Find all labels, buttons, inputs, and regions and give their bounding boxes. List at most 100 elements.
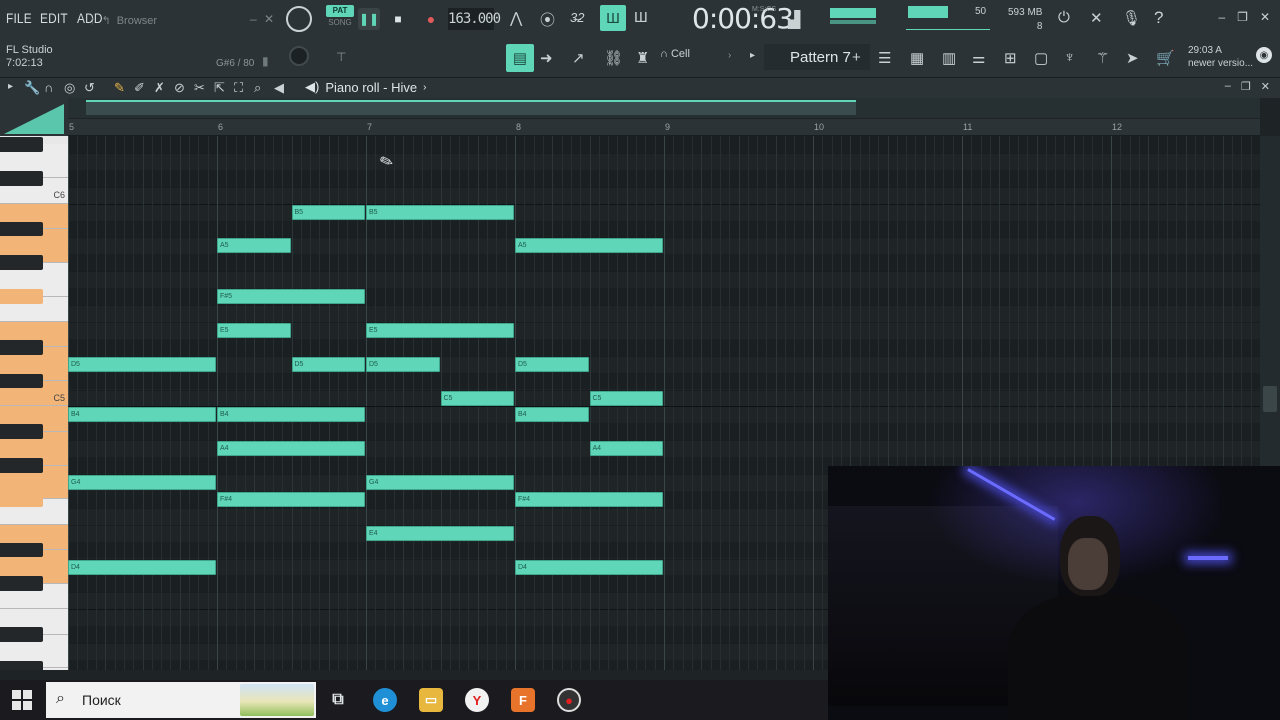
black-key[interactable]: [0, 255, 43, 271]
black-key[interactable]: [0, 424, 43, 440]
pause-button[interactable]: ❚❚: [358, 8, 380, 30]
play-small-icon[interactable]: ▸: [750, 50, 755, 61]
black-key[interactable]: [0, 339, 43, 355]
browser-tree-icon[interactable]: ⊞: [1004, 49, 1017, 67]
mute-tool-icon[interactable]: ⊘: [174, 80, 185, 96]
chevron-right-icon[interactable]: ›: [728, 50, 731, 61]
piano-roll-title[interactable]: ◀) Piano roll - Hive ›: [305, 79, 426, 95]
tempo-display[interactable]: 163.000: [448, 8, 501, 30]
note-block[interactable]: D5: [291, 356, 365, 372]
pencil-icon[interactable]: ✎: [114, 80, 125, 96]
master-pitch-knob[interactable]: [289, 46, 309, 66]
cart-icon[interactable]: 🛒: [1156, 49, 1175, 67]
wait-for-input-icon[interactable]: ⦿: [540, 9, 555, 30]
arrow-right-icon[interactable]: ➜: [540, 49, 553, 67]
pattern-overview[interactable]: [68, 98, 1260, 118]
note-block[interactable]: B5: [366, 204, 514, 220]
tempo-tapper-icon[interactable]: ⚚: [1096, 49, 1109, 67]
note-block[interactable]: B4: [217, 407, 365, 423]
plugin-icon[interactable]: ♆: [1064, 49, 1075, 66]
black-key[interactable]: [0, 491, 43, 507]
note-block[interactable]: F#4: [515, 491, 663, 507]
project-icon[interactable]: ▢: [1034, 49, 1048, 67]
menu-file[interactable]: FILE: [6, 10, 32, 26]
note-block[interactable]: D5: [68, 356, 216, 372]
send-icon[interactable]: ➤: [1126, 49, 1139, 67]
mixer-icon[interactable]: ⚌: [972, 49, 985, 67]
note-block[interactable]: B4: [515, 407, 589, 423]
options-arrow-icon[interactable]: ▸: [8, 81, 13, 92]
black-key[interactable]: [0, 289, 43, 304]
black-key[interactable]: [0, 542, 43, 558]
speaker-icon[interactable]: ◀: [274, 80, 284, 96]
scrollbar-thumb[interactable]: [1263, 386, 1277, 412]
tools-icon[interactable]: ✕: [1090, 9, 1103, 27]
pr-restore-icon[interactable]: ❐: [1241, 80, 1251, 93]
black-key[interactable]: [0, 137, 43, 152]
song-mode[interactable]: SONG: [326, 17, 354, 29]
restore-icon[interactable]: ❐: [1237, 10, 1248, 24]
note-block[interactable]: E5: [366, 322, 514, 338]
record-button[interactable]: ●: [420, 8, 442, 30]
pat-mode[interactable]: PAT: [326, 5, 354, 17]
countdown-icon[interactable]: 3̶2: [570, 10, 584, 25]
loop-icon[interactable]: ↺: [84, 80, 95, 96]
black-key[interactable]: [0, 221, 43, 237]
fl-studio-icon[interactable]: F: [511, 688, 535, 712]
note-block[interactable]: D5: [366, 356, 440, 372]
snap-curve-icon[interactable]: ↗: [572, 49, 585, 67]
note-block[interactable]: A5: [515, 238, 663, 254]
note-block[interactable]: F#4: [217, 491, 365, 507]
zoom-fit-icon[interactable]: ⛶: [234, 80, 243, 96]
time-ruler[interactable]: 5 6 7 8 9 10 11 12: [68, 119, 1260, 136]
task-view-icon[interactable]: ⧉: [326, 688, 350, 712]
pat-song-toggle[interactable]: PAT SONG: [326, 5, 354, 31]
tools-wrench-icon[interactable]: 🔧: [24, 80, 40, 96]
paint-brush-icon[interactable]: ✐: [134, 80, 145, 96]
black-key[interactable]: [0, 576, 43, 592]
record-notes-icon[interactable]: ◎: [64, 80, 75, 96]
microphone-icon[interactable]: 🎙: [1122, 9, 1141, 27]
stop-button[interactable]: ■: [387, 8, 409, 30]
snap-selector[interactable]: ∩ Cell: [660, 48, 690, 60]
piano-roll-view-icon[interactable]: ▤: [506, 44, 534, 72]
minimize-icon[interactable]: –: [1218, 10, 1225, 24]
black-key[interactable]: [0, 373, 43, 389]
channel-rack-icon[interactable]: ▥: [942, 49, 956, 67]
note-block[interactable]: B5: [291, 204, 365, 220]
select-tool-icon[interactable]: ⇱: [214, 80, 225, 96]
recorder-icon[interactable]: ●: [557, 688, 581, 712]
zoom-icon[interactable]: ⌕: [254, 80, 261, 96]
slice-tool-icon[interactable]: ✂: [194, 80, 205, 96]
add-pattern-icon[interactable]: +: [852, 49, 861, 66]
file-explorer-icon[interactable]: ▭: [419, 688, 443, 712]
song-time[interactable]: 0:00:63: [692, 2, 794, 35]
black-key[interactable]: [0, 170, 43, 186]
delete-tool-icon[interactable]: ✗: [154, 80, 165, 96]
black-key[interactable]: [0, 627, 43, 642]
minimize-hint-icon[interactable]: –: [250, 12, 257, 26]
note-block[interactable]: C5: [589, 390, 663, 406]
loop-record-icon[interactable]: Ш: [634, 9, 648, 26]
note-block[interactable]: D5: [515, 356, 589, 372]
metronome-icon[interactable]: ⋀: [510, 9, 522, 27]
note-block[interactable]: A4: [589, 441, 663, 457]
power-icon[interactable]: ⏻: [1058, 9, 1070, 26]
note-block[interactable]: E4: [366, 525, 514, 541]
help-icon[interactable]: ?: [1154, 8, 1163, 28]
close-icon[interactable]: ✕: [1260, 10, 1270, 24]
note-block[interactable]: C5: [440, 390, 514, 406]
note-block[interactable]: D4: [68, 559, 216, 575]
pr-minimize-icon[interactable]: –: [1225, 80, 1231, 93]
yandex-icon[interactable]: Y: [465, 688, 489, 712]
note-block[interactable]: D4: [515, 559, 663, 575]
note-block[interactable]: B4: [68, 407, 216, 423]
bell-icon[interactable]: ♜: [636, 49, 649, 67]
black-key[interactable]: [0, 458, 43, 473]
news-panel[interactable]: 29:03 A newer versio...: [1188, 44, 1253, 70]
menu-edit[interactable]: EDIT: [40, 10, 68, 26]
master-volume-knob[interactable]: [286, 6, 312, 32]
close-hint-icon[interactable]: ✕: [264, 12, 274, 26]
edge-icon[interactable]: e: [373, 688, 397, 712]
note-block[interactable]: A4: [217, 441, 365, 457]
